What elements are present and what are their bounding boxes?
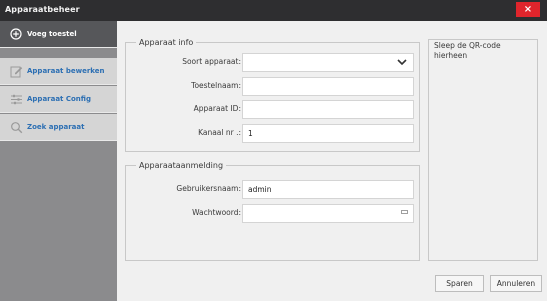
device-name-label: Toestelnaam: [191, 81, 241, 90]
sidebar-item-add-device[interactable]: Voeg toestel [0, 21, 117, 48]
main-panel: Apparaat info Soort apparaat: Toestelnaa… [117, 21, 547, 301]
username-value: admin [248, 185, 272, 194]
save-button[interactable]: Sparen [435, 275, 484, 292]
device-type-label: Soort apparaat: [182, 57, 241, 66]
device-login-legend: Apparaataanmelding [136, 161, 227, 171]
device-id-input[interactable] [242, 100, 414, 119]
device-name-row: Toestelnaam: [126, 77, 421, 97]
sidebar-item-device-config[interactable]: Apparaat Config [0, 86, 117, 113]
sidebar-item-label: Apparaat bewerken [27, 67, 105, 75]
sidebar-item-edit-device[interactable]: Apparaat bewerken [0, 58, 117, 85]
device-type-select[interactable] [242, 53, 414, 72]
password-row: Wachtwoord: [126, 204, 421, 224]
device-info-group: Apparaat info Soort apparaat: Toestelnaa… [125, 38, 421, 152]
username-input[interactable]: admin [242, 180, 414, 199]
sidebar-item-search-device[interactable]: Zoek apparaat [0, 114, 117, 141]
channel-number-value: 1 [248, 129, 253, 138]
device-login-group: Apparaataanmelding Gebruikersnaam: admin… [125, 161, 421, 261]
qr-drop-text: Sleep de QR-code hierheen [434, 41, 501, 60]
plus-circle-icon [9, 27, 23, 41]
close-button[interactable]: × [516, 2, 540, 17]
device-name-input[interactable] [242, 77, 414, 96]
sidebar-item-label: Apparaat Config [27, 95, 91, 103]
username-label: Gebruikersnaam: [176, 184, 241, 193]
channel-number-label: Kanaal nr .: [198, 128, 241, 137]
keyboard-icon[interactable] [401, 210, 408, 216]
channel-number-input[interactable]: 1 [242, 124, 414, 143]
edit-icon [9, 64, 23, 78]
device-id-label: Apparaat ID: [193, 104, 241, 113]
device-id-row: Apparaat ID: [126, 100, 421, 120]
search-icon [9, 120, 23, 134]
sidebar-item-label: Zoek apparaat [27, 123, 85, 131]
window-title: Apparaatbeheer [5, 5, 80, 14]
title-bar: Apparaatbeheer × [0, 0, 547, 21]
sidebar-item-label: Voeg toestel [27, 30, 77, 38]
chevron-down-icon [397, 58, 407, 68]
cancel-button[interactable]: Annuleren [490, 275, 542, 292]
password-input[interactable] [242, 204, 414, 223]
channel-number-row: Kanaal nr .: 1 [126, 124, 421, 144]
username-row: Gebruikersnaam: admin [126, 180, 421, 200]
qr-drop-zone[interactable]: Sleep de QR-code hierheen [428, 39, 538, 261]
device-info-legend: Apparaat info [136, 38, 197, 48]
device-type-row: Soort apparaat: [126, 53, 421, 73]
sidebar: Voeg toestel Apparaat bewerken Apparaat … [0, 21, 117, 301]
password-label: Wachtwoord: [192, 208, 241, 217]
sliders-icon [9, 92, 23, 106]
